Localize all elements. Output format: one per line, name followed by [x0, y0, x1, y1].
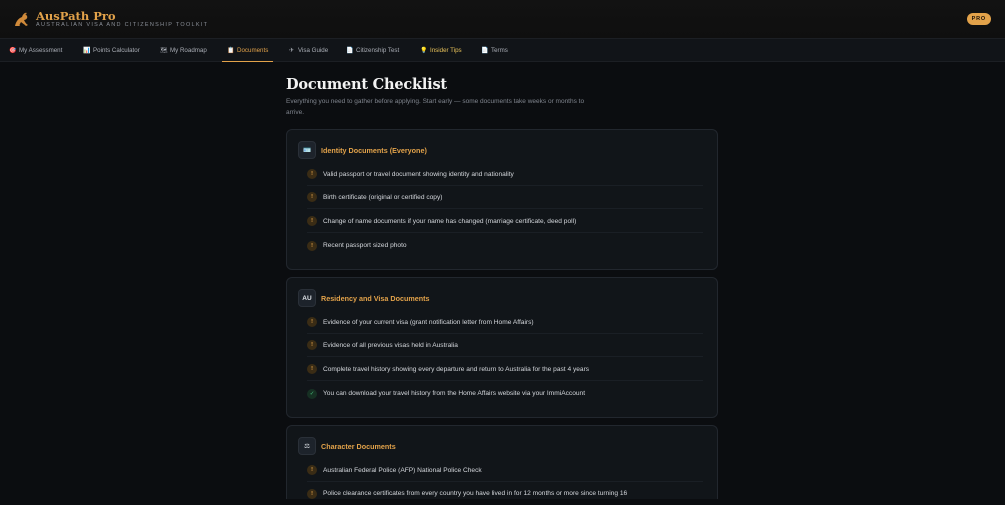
clipboard-icon: 📋 — [227, 48, 235, 54]
tab-citizenship-test[interactable]: 📄 Citizenship Test — [346, 39, 399, 62]
checklist-item-text: Evidence of all previous visas held in A… — [323, 341, 458, 349]
tab-points-calculator[interactable]: 📊 Points Calculator — [83, 39, 140, 62]
lightbulb-icon: 💡 — [420, 48, 428, 54]
warning-icon: ! — [307, 192, 317, 202]
checklist-item[interactable]: ! Birth certificate (original or certifi… — [307, 186, 703, 209]
warning-icon: ! — [307, 216, 317, 226]
warning-icon: ! — [307, 340, 317, 350]
checklist-item[interactable]: ! Evidence of your current visa (grant n… — [307, 311, 703, 334]
tab-terms[interactable]: 📄 Terms — [481, 39, 508, 62]
section-header: AU Residency and Visa Documents — [298, 289, 430, 307]
map-icon: 🗺 — [160, 48, 168, 54]
warning-icon: ! — [307, 465, 317, 475]
page-subtitle: Everything you need to gather before app… — [286, 98, 585, 116]
section-character-documents: ⚖ Character Documents ! Australian Feder… — [286, 425, 718, 499]
section-residency-visa-documents: AU Residency and Visa Documents ! Eviden… — [286, 277, 718, 418]
checklist-item[interactable]: ✓ You can download your travel history f… — [307, 382, 703, 405]
warning-icon: ! — [307, 317, 317, 327]
tab-label: Terms — [491, 47, 508, 54]
page-title: Document Checklist — [286, 76, 447, 93]
checklist-item-text: Evidence of your current visa (grant not… — [323, 318, 534, 326]
brand-tagline: AUSTRALIAN VISA AND CITIZENSHIP TOOLKIT — [36, 22, 209, 28]
tab-label: Documents — [237, 47, 269, 54]
checklist-item-text: Birth certificate (original or certified… — [323, 193, 443, 201]
section-title: Identity Documents (Everyone) — [321, 145, 427, 155]
kangaroo-logo-icon[interactable] — [11, 9, 31, 29]
checklist-item[interactable]: ! Complete travel history showing every … — [307, 358, 703, 381]
checklist-item-text: Australian Federal Police (AFP) National… — [323, 466, 482, 474]
app-header: AusPath Pro AUSTRALIAN VISA AND CITIZENS… — [0, 0, 1005, 39]
checklist-item[interactable]: ! Evidence of all previous visas held in… — [307, 334, 703, 357]
page-icon: 📄 — [481, 48, 489, 54]
checklist-item-text: You can download your travel history fro… — [323, 390, 586, 397]
tab-label: My Assessment — [19, 47, 63, 54]
checklist-item-text: Complete travel history showing every de… — [323, 365, 590, 373]
checklist-item-text: Change of name documents if your name ha… — [323, 217, 577, 225]
tab-label: Visa Guide — [298, 47, 329, 54]
section-header: ⚖ Character Documents — [298, 437, 396, 455]
warning-icon: ! — [307, 169, 317, 179]
scales-icon: ⚖ — [298, 437, 316, 455]
section-title: Residency and Visa Documents — [321, 293, 430, 303]
tab-label: Points Calculator — [93, 47, 140, 54]
checklist-item[interactable]: ! Change of name documents if your name … — [307, 210, 703, 233]
section-title: Character Documents — [321, 441, 396, 451]
tab-visa-guide[interactable]: ✈ Visa Guide — [288, 39, 328, 62]
main-nav: 🎯 My Assessment 📊 Points Calculator 🗺 My… — [0, 39, 1005, 62]
warning-icon: ! — [307, 488, 317, 499]
target-icon: 🎯 — [9, 48, 17, 54]
tab-label: Insider Tips — [430, 47, 462, 54]
section-identity-documents: 🪪 Identity Documents (Everyone) ! Valid … — [286, 129, 718, 270]
tab-label: My Roadmap — [170, 47, 207, 54]
brand-name[interactable]: AusPath Pro — [36, 9, 116, 23]
checklist-item-text: Valid passport or travel document showin… — [323, 170, 514, 178]
tab-documents[interactable]: 📋 Documents — [221, 39, 274, 62]
check-icon: ✓ — [307, 388, 317, 399]
checklist-item-text: Recent passport sized photo — [323, 242, 407, 249]
pro-badge: PRO — [966, 13, 991, 25]
warning-icon: ! — [307, 364, 317, 374]
checklist-item[interactable]: ! Australian Federal Police (AFP) Nation… — [307, 459, 703, 482]
checklist-item-text: Police clearance certificates from every… — [323, 490, 628, 497]
au-flag-icon: AU — [298, 289, 316, 307]
plane-icon: ✈ — [288, 48, 295, 54]
checklist-item[interactable]: ! Recent passport sized photo — [307, 234, 703, 257]
document-icon: 📄 — [346, 48, 354, 54]
checklist-item[interactable]: ! Police clearance certificates from eve… — [307, 482, 703, 505]
tab-my-assessment[interactable]: 🎯 My Assessment — [9, 39, 62, 62]
tab-label: Citizenship Test — [356, 47, 400, 54]
id-card-icon: 🪪 — [298, 141, 316, 159]
chart-icon: 📊 — [83, 48, 91, 54]
tab-insider-tips[interactable]: 💡 Insider Tips — [420, 39, 462, 62]
warning-icon: ! — [307, 240, 317, 251]
tab-my-roadmap[interactable]: 🗺 My Roadmap — [160, 39, 207, 62]
section-header: 🪪 Identity Documents (Everyone) — [298, 141, 427, 159]
checklist-item[interactable]: ! Valid passport or travel document show… — [307, 163, 703, 186]
